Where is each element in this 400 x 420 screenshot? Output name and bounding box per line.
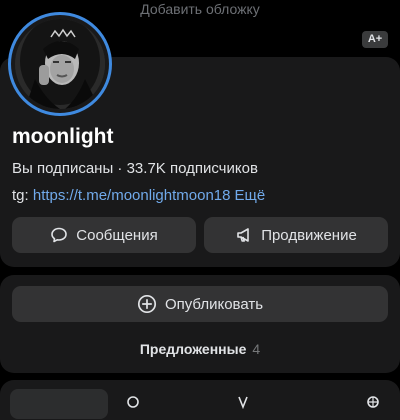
subscription-status[interactable]: Вы подписаны · 33.7K подписчиков bbox=[12, 160, 258, 177]
avatar-photo bbox=[15, 19, 105, 109]
publish-button[interactable]: Опубликовать bbox=[12, 286, 388, 322]
tab-icon-4[interactable] bbox=[366, 395, 380, 409]
suggested-posts-link[interactable]: Предложенные 4 bbox=[0, 341, 400, 357]
suggested-count: 4 bbox=[252, 341, 261, 357]
profile-card: moonlight Вы подписаны · 33.7K подписчик… bbox=[0, 12, 400, 267]
profile-name: moonlight bbox=[12, 125, 114, 148]
tab-active[interactable] bbox=[10, 389, 108, 419]
suggested-label: Предложенные bbox=[139, 341, 247, 357]
subscribed-text: Вы подписаны bbox=[12, 160, 114, 177]
more-link[interactable]: Ещё bbox=[234, 187, 265, 204]
plus-circle-icon bbox=[137, 294, 157, 314]
tab-icon-3[interactable] bbox=[236, 395, 250, 410]
promote-label: Продвижение bbox=[261, 226, 357, 244]
publish-label: Опубликовать bbox=[164, 295, 264, 313]
separator: · bbox=[113, 160, 127, 177]
profile-link[interactable]: https://t.me/moonlightmoon18 bbox=[33, 187, 231, 204]
avatar[interactable] bbox=[15, 19, 105, 109]
link-prefix: tg: bbox=[12, 187, 33, 204]
promote-button[interactable]: Продвижение bbox=[204, 217, 388, 253]
tab-icon-2[interactable] bbox=[126, 395, 140, 409]
content-tabs bbox=[0, 380, 400, 420]
megaphone-icon bbox=[235, 226, 253, 244]
chat-bubble-icon bbox=[50, 226, 68, 244]
avatar-story-ring[interactable] bbox=[8, 12, 112, 116]
profile-link-row: tg: https://t.me/moonlightmoon18 Ещё bbox=[12, 187, 265, 204]
messages-button[interactable]: Сообщения bbox=[12, 217, 196, 253]
messages-label: Сообщения bbox=[76, 226, 158, 244]
publish-card: Опубликовать Предложенные 4 bbox=[0, 275, 400, 373]
followers-count[interactable]: 33.7K подписчиков bbox=[127, 160, 258, 177]
text-size-badge[interactable]: A+ bbox=[362, 31, 388, 48]
